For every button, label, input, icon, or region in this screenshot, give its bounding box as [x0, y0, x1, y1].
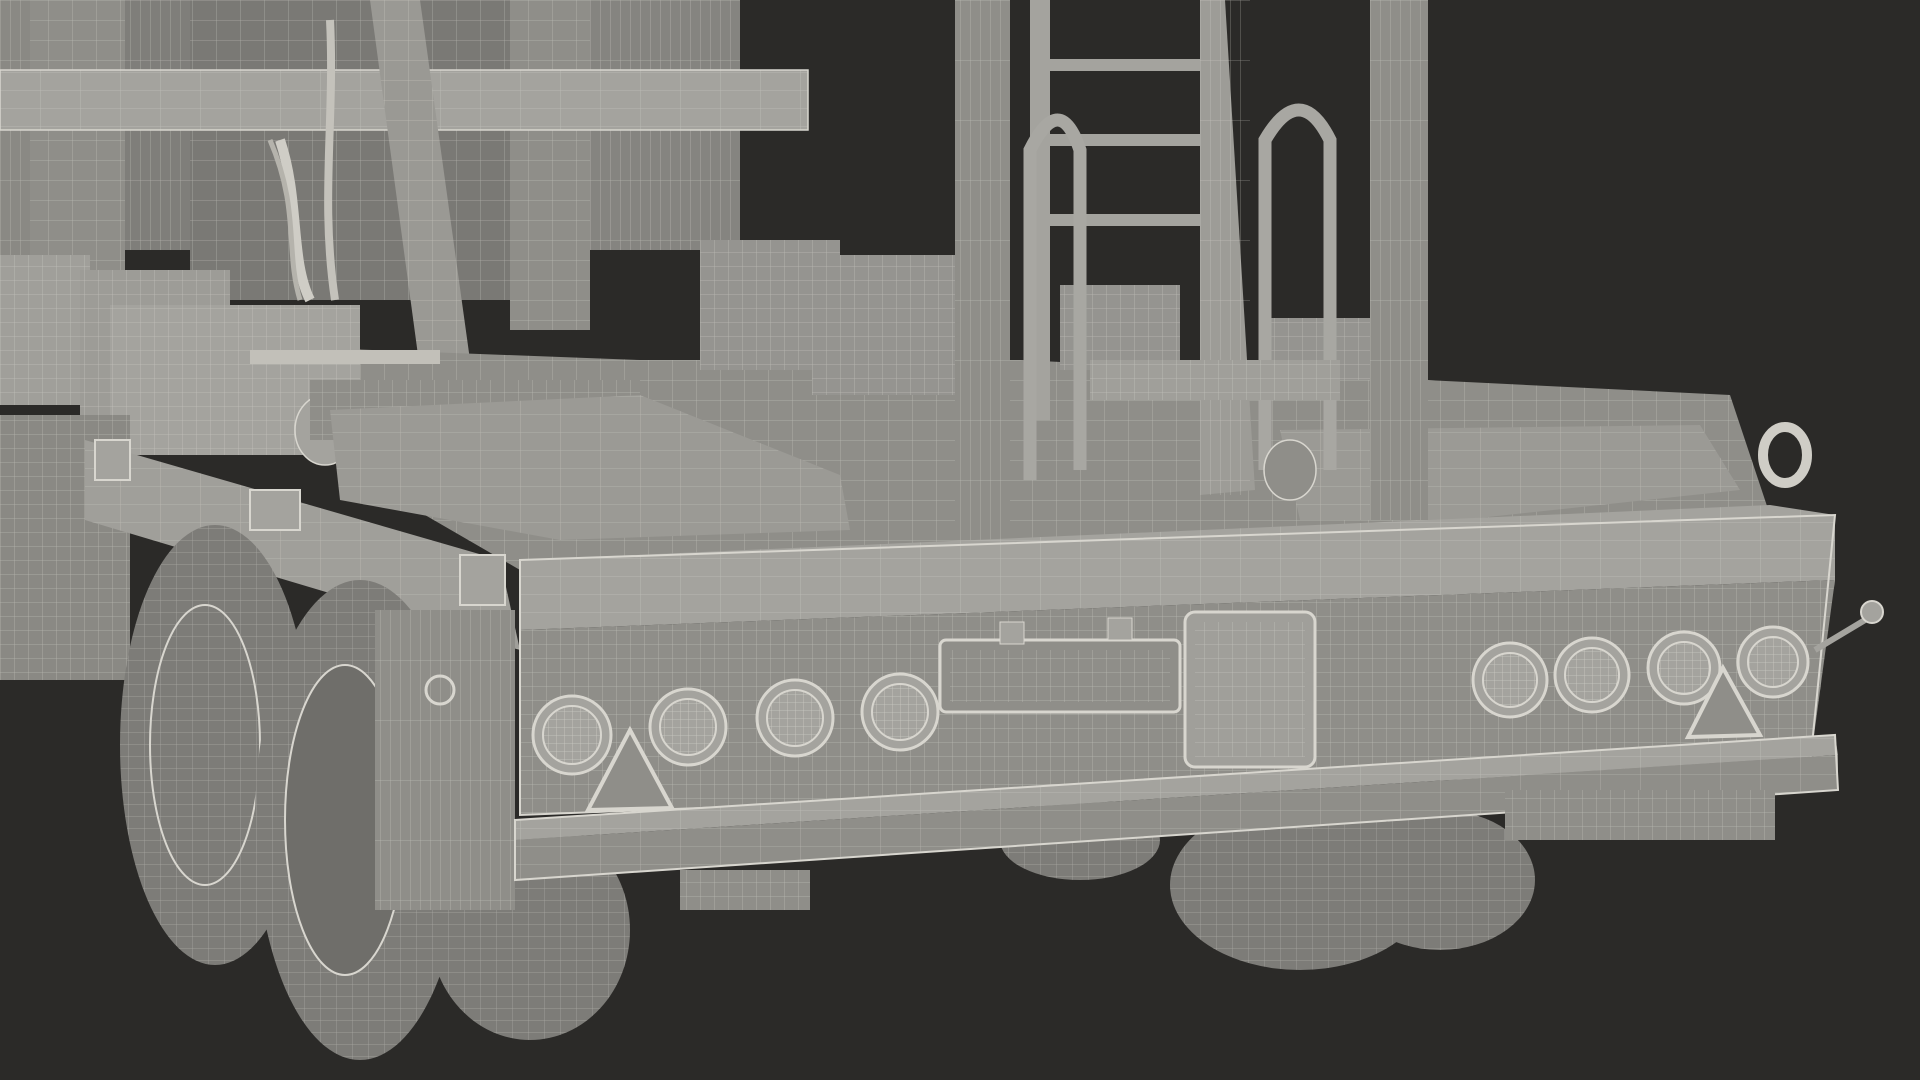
winch-rod [250, 350, 440, 364]
wireframe-truck-scene [0, 0, 1884, 1060]
rear-lamp [1553, 636, 1631, 714]
plate-light-1 [999, 621, 1025, 645]
rear-lamp [1471, 641, 1549, 719]
rear-lamp [860, 672, 940, 752]
side-marker-light [459, 554, 506, 606]
render-viewport [0, 0, 1920, 1080]
rear-lamp [648, 687, 728, 767]
rear-lamp [1736, 625, 1810, 699]
ladder [1040, 59, 1215, 226]
mudflap-bracket [375, 610, 515, 910]
plate-light-2 [1107, 617, 1133, 641]
rear-lamp [531, 694, 613, 776]
rear-lamp [755, 678, 835, 758]
lifting-eye [1758, 422, 1812, 488]
